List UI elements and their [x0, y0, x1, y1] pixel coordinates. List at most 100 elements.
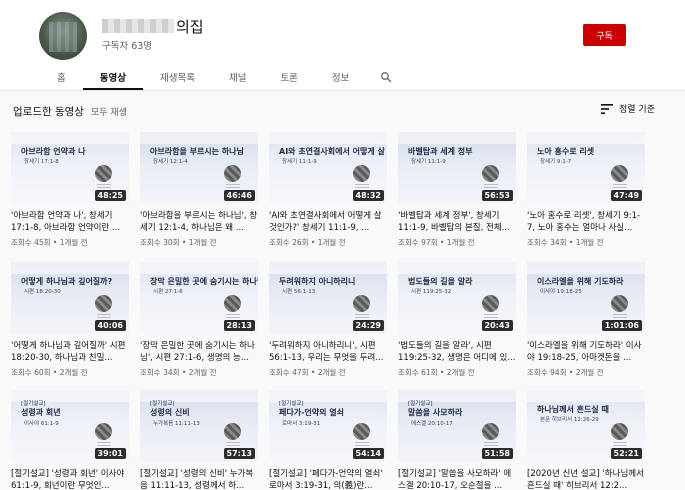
- video-title[interactable]: 'AI와 초연결사회에서 어떻게 살 것인가?' 창세기 11:1-9, ...: [269, 210, 387, 234]
- video-title[interactable]: [절기설교] '페다가-언약의 열쇠' 로마서 3:19-31, 의(義)란..…: [269, 468, 387, 490]
- video-title[interactable]: '아브라함을 부르시는 하나님', 창세기 12:1-4, 하나님은 왜 ...: [140, 210, 258, 234]
- channel-tabs: 홈 동영상 재생목록 채널 토론 정보: [40, 64, 406, 90]
- video-card[interactable]: 바벨탑과 세계 정부 창세기 11:1-9 56:53 '바벨탑과 세계 정부', 창…: [398, 132, 516, 248]
- video-thumbnail[interactable]: AI와 초연결사회에서 어떻게 살 것인가? 창세기 11:1-9 48:32: [269, 132, 387, 204]
- thumbnail-title: 아브라함 언약과 나: [21, 147, 86, 156]
- speaker-avatar: [611, 423, 628, 440]
- thumbnail-title: 하나님께서 흔드실 때: [537, 405, 609, 414]
- tab-about[interactable]: 정보: [315, 64, 366, 90]
- video-card[interactable]: 어떻게 하나님과 깊어질까? 시편 18:20-30 40:06 '어떻게 하나님과 …: [11, 262, 129, 378]
- video-card[interactable]: 장막 은밀한 곳에 숨기시는 하나님 시편 27:1-6 28:13 '장막 은밀한 …: [140, 262, 258, 378]
- thumbnail-title: 성령의 신비: [150, 408, 190, 417]
- duration-badge: 54:14: [352, 448, 384, 459]
- subscribe-button[interactable]: 구독: [583, 24, 626, 46]
- thumbnail-band: [140, 262, 258, 274]
- sort-button[interactable]: 정렬 기준: [601, 102, 655, 115]
- video-meta: 조회수 34회 • 2개월 전: [140, 368, 217, 377]
- duration-badge: 39:01: [94, 448, 126, 459]
- tab-channels[interactable]: 채널: [212, 64, 263, 90]
- speaker-avatar: [95, 165, 112, 182]
- tab-playlists[interactable]: 재생목록: [143, 64, 212, 90]
- video-card[interactable]: 아브라함을 부르시는 하나님 창세기 12:1-4 46:46 '아브라함을 부르시는…: [140, 132, 258, 248]
- speaker-avatar: [353, 165, 370, 182]
- channel-avatar[interactable]: [39, 12, 87, 60]
- thumbnail-scripture: 창세기 11:1-9: [411, 159, 446, 165]
- video-card[interactable]: AI와 초연결사회에서 어떻게 살 것인가? 창세기 11:1-9 48:32 'AI…: [269, 132, 387, 248]
- thumbnail-title: 이스라엘을 위해 기도하라: [537, 277, 624, 286]
- play-all-link[interactable]: 모두 재생: [91, 105, 127, 118]
- thumbnail-scripture: 창세기 9:1-7: [540, 159, 572, 165]
- sort-icon: [601, 103, 613, 114]
- video-thumbnail[interactable]: [절기설교] 말씀을 사모하라 에스겔 20:10-17 51:58: [398, 390, 516, 462]
- channel-name-row: 의집: [102, 16, 204, 36]
- video-meta: 조회수 30회 • 1개월 전: [140, 238, 217, 247]
- thumbnail-title: 페다가-언약의 열쇠: [279, 408, 344, 417]
- video-meta: 조회수 34회 • 1개월 전: [527, 238, 604, 247]
- video-title[interactable]: [절기설교] '성령의 신비' 누가복음 11:11-13, 성령께서 하...: [140, 468, 258, 490]
- video-title[interactable]: '이스라엘을 위해 기도하라' 이사야 19:18-25, 아마겟돈을 ...: [527, 340, 645, 364]
- tab-discussion[interactable]: 토론: [263, 64, 314, 90]
- thumbnail-band: [140, 132, 258, 144]
- video-card[interactable]: 두려워하지 아니하리니시편 56:1-13 24:29 '두려워하지 아니하리니',…: [269, 262, 387, 378]
- video-title[interactable]: '법도들의 길을 알라', 시편 119:25-32, 생명은 어디에 있...: [398, 340, 516, 364]
- video-title[interactable]: '아브라함 언약과 나', 창세기 17:1-8, 아브라함 언약이란 ...: [11, 210, 129, 234]
- video-thumbnail[interactable]: 하나님께서 흔드실 때 본문 히브리서 12:26-29 52:21: [527, 390, 645, 462]
- video-thumbnail[interactable]: [절기설교] 페다가-언약의 열쇠 로마서 3:19-31 54:14: [269, 390, 387, 462]
- video-title[interactable]: '바벨탑과 세계 정부', 창세기 11:1-9, 바벨탑의 본질, 전체...: [398, 210, 516, 234]
- video-thumbnail[interactable]: 어떻게 하나님과 깊어질까? 시편 18:20-30 40:06: [11, 262, 129, 334]
- tab-videos[interactable]: 동영상: [82, 64, 144, 90]
- speaker-avatar: [224, 295, 241, 312]
- video-thumbnail[interactable]: 바벨탑과 세계 정부 창세기 11:1-9 56:53: [398, 132, 516, 204]
- thumbnail-title: AI와 초연결사회에서 어떻게 살 것인가?: [279, 147, 387, 156]
- video-title[interactable]: [2020년 신년 설교] '하나님께서 흔드실 때' 히브리서 12:2...: [527, 468, 645, 490]
- subscriber-count: 구독자 63명: [102, 41, 153, 52]
- thumbnail-scripture: 에스겔 20:10-17: [411, 421, 453, 427]
- video-title[interactable]: [절기설교] '성령과 회년' 이사야 61:1-9, 회년이란 무엇인...: [11, 468, 129, 490]
- thumbnail-scripture: 창세기 17:1-8: [24, 159, 59, 165]
- video-thumbnail[interactable]: 두려워하지 아니하리니시편 56:1-13 24:29: [269, 262, 387, 334]
- thumbnail-scripture: 시편 56:1-13: [282, 289, 316, 295]
- video-card[interactable]: 하나님께서 흔드실 때 본문 히브리서 12:26-29 52:21 [2020년 신…: [527, 390, 645, 490]
- video-card[interactable]: 아브라함 언약과 나 창세기 17:1-8 48:25 '아브라함 언약과 나', 창…: [11, 132, 129, 248]
- video-title[interactable]: '어떻게 하나님과 깊어질까' 시편 18:20-30, 하나님과 친밀...: [11, 340, 129, 364]
- thumbnail-title: 두려워하지 아니하리니: [279, 277, 356, 286]
- video-card[interactable]: [절기설교] 페다가-언약의 열쇠 로마서 3:19-31 54:14 [절기설교] '…: [269, 390, 387, 490]
- video-title[interactable]: '두려워하지 아니하리니', 시편 56:1-13, 우리는 무엇을 두려...: [269, 340, 387, 364]
- video-title[interactable]: '노아 홍수로 리셋', 창세기 9:1-7, 노아 홍수는 얼마나 사실...: [527, 210, 645, 234]
- video-title[interactable]: [절기설교] '말씀을 사모하라' 에스겔 20:10-17, 오순절을 ...: [398, 468, 516, 490]
- thumbnail-scripture: 누가복음 11:11-13: [153, 421, 200, 427]
- duration-badge: 48:32: [352, 190, 384, 201]
- video-thumbnail[interactable]: 노아 홍수로 리셋 창세기 9:1-7 47:49: [527, 132, 645, 204]
- duration-badge: 46:46: [223, 190, 255, 201]
- video-card[interactable]: 노아 홍수로 리셋 창세기 9:1-7 47:49 '노아 홍수로 리셋', 창세기 …: [527, 132, 645, 248]
- video-card[interactable]: 법도들의 길을 알라 시편 119:25-32 20:43 '법도들의 길을 알라',…: [398, 262, 516, 378]
- video-card[interactable]: 이스라엘을 위해 기도하라 이사야 19:18-25 1:01:06 '이스라엘을 위…: [527, 262, 645, 378]
- duration-badge: 47:49: [610, 190, 642, 201]
- video-thumbnail[interactable]: 이스라엘을 위해 기도하라 이사야 19:18-25 1:01:06: [527, 262, 645, 334]
- tab-home[interactable]: 홈: [40, 64, 83, 90]
- video-card[interactable]: [절기설교] 성령과 회년 이사야 61:1-9 39:01 [절기설교] '성령과 회…: [11, 390, 129, 490]
- video-thumbnail[interactable]: [절기설교] 성령과 회년 이사야 61:1-9 39:01: [11, 390, 129, 462]
- duration-badge: 24:29: [352, 320, 384, 331]
- video-thumbnail[interactable]: [절기설교] 성령의 신비 누가복음 11:11-13 57:13: [140, 390, 258, 462]
- video-card[interactable]: [절기설교] 성령의 신비 누가복음 11:11-13 57:13 [절기설교] '성령…: [140, 390, 258, 490]
- uploads-title: 업로드한 동영상: [13, 106, 84, 118]
- thumbnail-title: 바벨탑과 세계 정부: [408, 147, 473, 156]
- speaker-avatar: [611, 165, 628, 182]
- duration-badge: 1:01:06: [601, 320, 642, 331]
- thumbnail-band: [11, 262, 129, 274]
- video-thumbnail[interactable]: 아브라함 언약과 나 창세기 17:1-8 48:25: [11, 132, 129, 204]
- thumbnail-band: [398, 262, 516, 274]
- video-card[interactable]: [절기설교] 말씀을 사모하라 에스겔 20:10-17 51:58 [절기설교] '말…: [398, 390, 516, 490]
- duration-badge: 51:58: [481, 448, 513, 459]
- video-thumbnail[interactable]: 장막 은밀한 곳에 숨기시는 하나님 시편 27:1-6 28:13: [140, 262, 258, 334]
- video-meta: 조회수 26회 • 1개월 전: [269, 238, 346, 247]
- video-title[interactable]: '장막 은밀한 곳에 숨기시는 하나님', 시편 27:1-6, 생명의 능..…: [140, 340, 258, 364]
- video-meta: 조회수 60회 • 2개월 전: [11, 368, 88, 377]
- thumbnail-scripture: 시편 119:25-32: [411, 289, 452, 295]
- video-thumbnail[interactable]: 아브라함을 부르시는 하나님 창세기 12:1-4 46:46: [140, 132, 258, 204]
- speaker-avatar: [95, 423, 112, 440]
- duration-badge: 57:13: [223, 448, 255, 459]
- video-thumbnail[interactable]: 법도들의 길을 알라 시편 119:25-32 20:43: [398, 262, 516, 334]
- channel-search-button[interactable]: [366, 64, 406, 90]
